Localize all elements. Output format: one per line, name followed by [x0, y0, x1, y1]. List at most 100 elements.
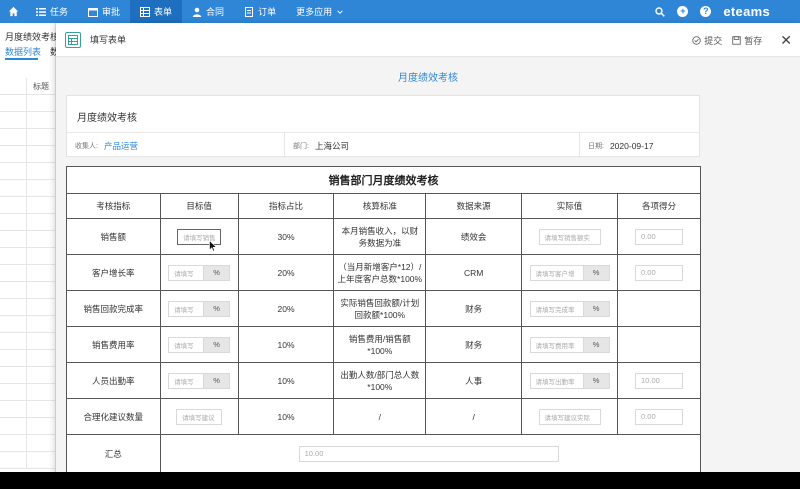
tab-underline	[5, 58, 38, 60]
table-row[interactable]	[0, 95, 56, 112]
collector-value[interactable]: 产品运营	[104, 140, 138, 152]
table-row[interactable]	[0, 231, 56, 248]
table-row[interactable]	[0, 333, 56, 350]
table-row[interactable]	[0, 146, 56, 163]
actual-placeholder: 请填写建议实际	[544, 414, 591, 422]
target-cell: 请填写%	[159, 326, 239, 363]
standard-text: 本月销售收入，以财务数据为准	[333, 218, 427, 255]
metric-name: 销售费用率	[66, 326, 161, 363]
score-cell: 10.00	[617, 362, 701, 399]
actual-input[interactable]: 请填写客户增%	[529, 264, 610, 281]
table-row[interactable]	[0, 265, 56, 282]
target-input[interactable]: 请填写%	[168, 372, 231, 389]
actual-input[interactable]: 请填写费用率%	[529, 336, 610, 353]
table-caption: 销售部门月度绩效考核	[66, 166, 701, 194]
score-value: 10.00	[641, 376, 660, 385]
nav-item-tasks[interactable]: 任务	[26, 0, 78, 23]
score-field[interactable]: 0.00	[635, 228, 684, 245]
table-row[interactable]	[0, 197, 56, 214]
table-row[interactable]	[0, 214, 56, 231]
table-row: 销售额 请填写销售 30% 本月销售收入，以财务数据为准 绩效会 请填写销售额实…	[66, 218, 701, 255]
percent-suffix: %	[582, 337, 609, 352]
table-row[interactable]	[0, 367, 56, 384]
table-row[interactable]	[0, 435, 56, 452]
summary-field[interactable]: 10.00	[298, 445, 559, 462]
nav-item-more-apps[interactable]: 更多应用	[286, 0, 354, 23]
top-nav: 任务 审批 表单 合同 订单 更多应用 + ? eteams	[0, 0, 800, 23]
search-icon[interactable]	[655, 6, 666, 17]
percent-suffix: %	[203, 301, 230, 316]
score-field[interactable]: 10.00	[635, 372, 684, 389]
metric-name: 销售回款完成率	[66, 290, 161, 327]
actual-cell: 请填写销售额实	[521, 218, 619, 255]
actual-input[interactable]: 请填写销售额实	[538, 228, 601, 245]
actual-placeholder: 请填写完成率	[535, 306, 575, 314]
user-icon	[192, 7, 202, 17]
score-cell	[617, 326, 701, 363]
home-button[interactable]	[0, 0, 26, 23]
table-row[interactable]	[0, 129, 56, 146]
nav-item-orders[interactable]: 订单	[234, 0, 286, 23]
department-value: 上海公司	[314, 140, 349, 151]
table-row[interactable]	[0, 452, 56, 469]
nav-item-label: 更多应用	[296, 7, 333, 17]
actual-placeholder: 请填写费用率	[535, 342, 575, 350]
percent-suffix: %	[582, 265, 609, 280]
target-input[interactable]: 请填写%	[168, 264, 231, 281]
nav-item-label: 审批	[102, 7, 121, 17]
actual-placeholder: 请填写出勤率	[535, 378, 575, 386]
collector-label: 收集人:	[75, 142, 98, 150]
bottom-bar	[0, 472, 800, 489]
doc-icon	[245, 6, 254, 17]
save-draft-button[interactable]: 暂存	[732, 34, 762, 47]
summary-cell: 10.00	[159, 434, 702, 473]
save-icon	[732, 35, 741, 45]
actual-input[interactable]: 请填写完成率%	[529, 300, 610, 317]
nav-item-contract[interactable]: 合同	[182, 0, 234, 23]
data-grid: 标题	[0, 78, 56, 469]
actual-cell: 请填写费用率%	[521, 326, 619, 363]
table-row[interactable]	[0, 316, 56, 333]
target-placeholder: 请填写	[174, 270, 194, 278]
standard-text: 实际销售回款额/计划回款额*100%	[333, 290, 427, 327]
source-value: 财务	[425, 290, 523, 327]
nav-item-forms[interactable]: 表单	[130, 0, 183, 23]
table-row[interactable]	[0, 418, 56, 435]
score-value: 0.00	[641, 412, 656, 421]
table-row[interactable]	[0, 299, 56, 316]
target-input[interactable]: 请填写建议	[176, 408, 223, 425]
actual-cell: 请填写完成率%	[521, 290, 619, 327]
tab-data-list[interactable]: 数据列表	[5, 45, 41, 58]
target-input[interactable]: 请填写%	[168, 300, 231, 317]
submit-button[interactable]: 提交	[692, 34, 722, 47]
table-row: 销售费用率 请填写% 10% 销售费用/销售额*100% 财务 请填写费用率%	[66, 326, 701, 363]
table-row[interactable]	[0, 384, 56, 401]
add-icon[interactable]: +	[677, 6, 689, 17]
grid-header-row: 标题	[0, 78, 56, 95]
nav-item-approval[interactable]: 审批	[78, 0, 130, 23]
table-row[interactable]	[0, 401, 56, 418]
table-row[interactable]	[0, 282, 56, 299]
score-field[interactable]: 0.00	[635, 264, 684, 281]
table-row[interactable]	[0, 180, 56, 197]
brand-logo: eteams	[723, 4, 770, 19]
table-row[interactable]	[0, 112, 56, 129]
standard-text: 出勤人数/部门总人数*100%	[333, 362, 427, 399]
actual-input[interactable]: 请填写出勤率%	[529, 372, 610, 389]
calendar-icon	[88, 7, 99, 17]
panel-title: 填写表单	[90, 35, 127, 45]
summary-label: 汇总	[66, 434, 161, 473]
table-row[interactable]	[0, 163, 56, 180]
close-icon[interactable]: ✕	[780, 32, 792, 49]
percent-suffix: %	[203, 265, 230, 280]
target-input[interactable]: 请填写%	[168, 336, 231, 353]
table-row[interactable]	[0, 248, 56, 265]
department-cell: 部门: 上海公司	[285, 133, 580, 158]
table-caption-row: 销售部门月度绩效考核	[66, 166, 701, 194]
source-value: 人事	[425, 362, 523, 399]
actual-input[interactable]: 请填写建议实际	[538, 408, 601, 425]
score-field[interactable]: 0.00	[635, 408, 684, 425]
table-row[interactable]	[0, 350, 56, 367]
fill-form-panel: 填写表单 提交 暂存 ✕ 月度绩效考核 月度绩效考核 收集人: 产品运营 部门:…	[56, 23, 800, 489]
help-icon[interactable]: ?	[700, 6, 712, 17]
